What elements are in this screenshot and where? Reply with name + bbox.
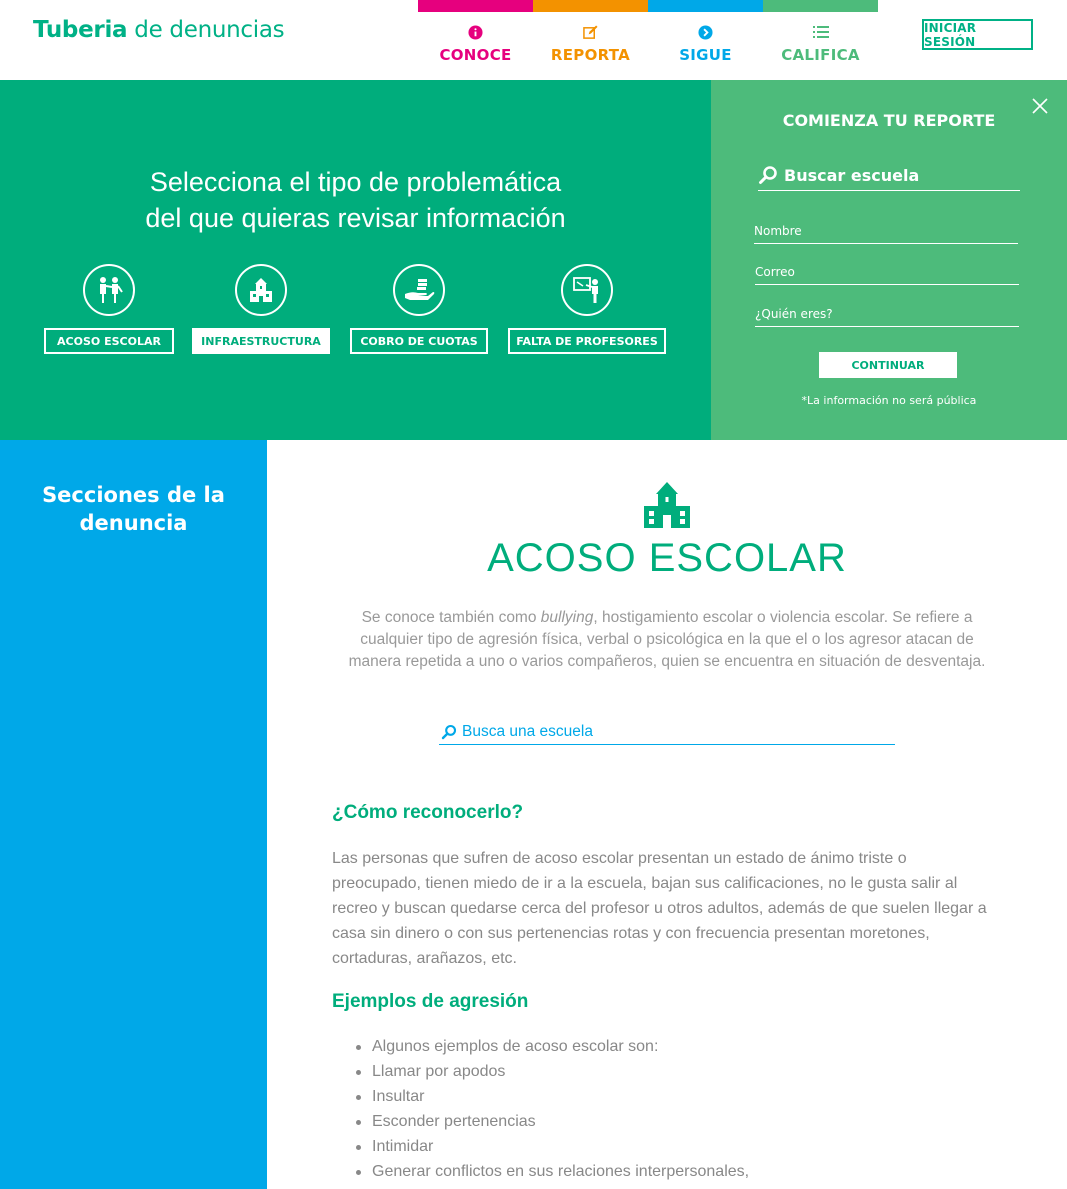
teacher-board-icon (561, 264, 613, 316)
nav-label-sigue: SIGUE (679, 46, 732, 64)
nav-califica[interactable]: CALIFICA (763, 0, 878, 80)
money-hand-icon (393, 264, 445, 316)
email-field[interactable] (755, 261, 1019, 283)
info-icon (418, 25, 533, 41)
section-title-ejemplos: Ejemplos de agresión (332, 991, 529, 1012)
school-search-field[interactable] (439, 720, 895, 745)
category-cuotas[interactable]: COBRO DE CUOTAS (350, 264, 488, 354)
school-icon (644, 482, 690, 528)
nav-sigue[interactable]: SIGUE (648, 0, 763, 80)
nav-bar-sigue (648, 0, 763, 12)
main-nav: CONOCE REPORTA SIGUE CALIFICA (418, 0, 878, 80)
nav-label-conoce: CONOCE (439, 46, 512, 64)
search-icon (441, 724, 457, 740)
logo-light: de denuncias (134, 17, 285, 43)
list-item: Insultar (356, 1084, 992, 1109)
category-profesores[interactable]: FALTA DE PROFESORES (508, 264, 666, 354)
list-item: Intimidar (356, 1134, 992, 1159)
report-title: COMIENZA TU REPORTE (782, 111, 996, 130)
category-acoso-button[interactable]: ACOSO ESCOLAR (44, 328, 174, 354)
list-item: Esconder pertenencias (356, 1109, 992, 1134)
hero-title-line1: Selecciona el tipo de problemática (149, 167, 562, 197)
nav-conoce[interactable]: CONOCE (418, 0, 533, 80)
nav-reporta[interactable]: REPORTA (533, 0, 648, 80)
sidebar-title-line2: denuncia (79, 511, 188, 535)
search-icon (759, 166, 777, 184)
category-acoso[interactable]: ACOSO ESCOLAR (44, 264, 174, 354)
school-search-input[interactable] (462, 723, 882, 741)
list-item: Generar conflictos en sus relaciones int… (356, 1159, 992, 1184)
who-field[interactable] (755, 303, 1019, 325)
hero-title-line2: del que quieras revisar información (145, 203, 566, 233)
examples-list: Algunos ejemplos de acoso escolar son: L… (356, 1034, 992, 1184)
intro-before: Se conoce también como (361, 609, 541, 626)
nav-bar-conoce (418, 0, 533, 12)
list-item: Llamar por apodos (356, 1059, 992, 1084)
category-infraestructura[interactable]: INFRAESTRUCTURA (192, 264, 330, 354)
header: Tuberia de denuncias CONOCE REPORTA SIGU… (0, 0, 1067, 80)
category-profesores-button[interactable]: FALTA DE PROFESORES (508, 328, 666, 354)
login-button[interactable]: INICIAR SESIÓN (922, 19, 1033, 50)
name-field[interactable] (754, 220, 1018, 242)
email-field-wrap (755, 261, 1019, 285)
sidebar: Secciones de la denuncia (0, 440, 267, 1189)
nav-label-califica: CALIFICA (781, 46, 860, 64)
section-title-reconocer: ¿Cómo reconocerlo? (332, 802, 524, 823)
list-item: Algunos ejemplos de acoso escolar son: (356, 1034, 992, 1059)
bullying-icon (83, 264, 135, 316)
report-search-input[interactable] (784, 165, 1014, 185)
continue-button[interactable]: CONTINUAR (819, 352, 957, 378)
report-panel: COMIENZA TU REPORTE CONTINUAR *La inform… (711, 80, 1067, 440)
hero-title: Selecciona el tipo de problemática del q… (0, 164, 711, 236)
who-field-wrap (755, 303, 1019, 327)
page-title: ACOSO ESCOLAR (487, 536, 847, 580)
report-search-field[interactable] (758, 160, 1020, 191)
nav-bar-califica (763, 0, 878, 12)
main-content: ACOSO ESCOLAR Se conoce también como bul… (267, 440, 1067, 1189)
section-text-reconocer: Las personas que sufren de acoso escolar… (332, 850, 987, 967)
chevron-right-circle-icon (648, 25, 763, 41)
sidebar-title-line1: Secciones de la (42, 483, 225, 507)
school-icon (235, 264, 287, 316)
privacy-note: *La información no será pública (801, 394, 977, 407)
logo-bold: Tuberia (33, 17, 128, 43)
name-field-wrap (754, 220, 1018, 244)
category-cuotas-button[interactable]: COBRO DE CUOTAS (350, 328, 488, 354)
nav-label-reporta: REPORTA (550, 46, 631, 64)
site-logo[interactable]: Tuberia de denuncias (33, 17, 285, 43)
category-infraestructura-button[interactable]: INFRAESTRUCTURA (192, 328, 330, 354)
edit-icon (533, 25, 648, 41)
hero-section: Selecciona el tipo de problemática del q… (0, 80, 711, 440)
sidebar-title: Secciones de la denuncia (0, 481, 267, 537)
intro-text: Se conoce también como bullying, hostiga… (339, 607, 995, 673)
intro-emphasis: bullying (540, 609, 594, 626)
list-icon (763, 25, 878, 41)
nav-bar-reporta (533, 0, 648, 12)
